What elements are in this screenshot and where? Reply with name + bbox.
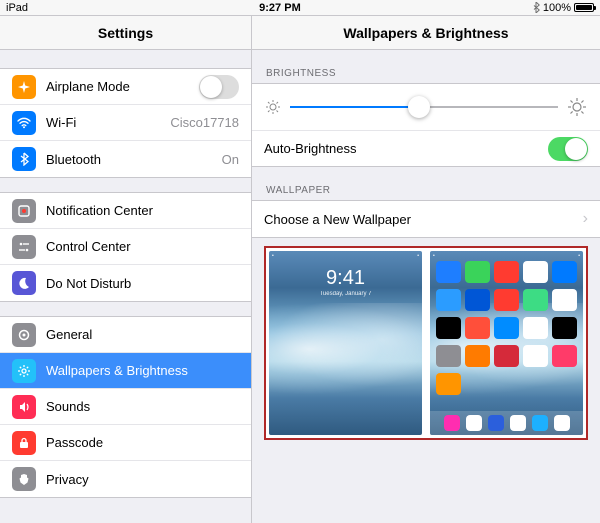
passcode-icon	[12, 431, 36, 455]
sidebar-item-passcode[interactable]: Passcode	[0, 425, 251, 461]
sidebar-item-label: Wi-Fi	[46, 115, 170, 130]
brightness-block: Auto-Brightness	[252, 83, 600, 167]
dock-app-icon	[510, 415, 526, 431]
do-not-disturb-icon	[12, 271, 36, 295]
sidebar-item-label: Do Not Disturb	[46, 276, 239, 291]
sidebar-item-wallpapers-brightness[interactable]: Wallpapers & Brightness	[0, 353, 251, 389]
sidebar-item-do-not-disturb[interactable]: Do Not Disturb	[0, 265, 251, 301]
battery-icon	[574, 3, 594, 12]
wallpapers-brightness-icon	[12, 359, 36, 383]
wifi-value: Cisco17718	[170, 115, 239, 130]
app-icon	[436, 317, 461, 339]
app-icon	[552, 289, 577, 311]
notification-center-icon	[12, 199, 36, 223]
sidebar-item-label: Sounds	[46, 399, 239, 414]
app-icon	[523, 261, 548, 283]
dock-app-icon	[554, 415, 570, 431]
control-center-icon	[12, 235, 36, 259]
device-label: iPad	[6, 2, 28, 14]
detail-header: Wallpapers & Brightness	[252, 16, 600, 50]
sidebar-item-label: Control Center	[46, 239, 239, 254]
auto-brightness-label: Auto-Brightness	[264, 141, 548, 156]
sidebar-item-label: Notification Center	[46, 203, 239, 218]
sidebar-item-airplane-mode[interactable]: Airplane Mode	[0, 69, 251, 105]
slider-thumb[interactable]	[408, 96, 430, 118]
app-icon	[436, 373, 461, 395]
app-icon	[465, 345, 490, 367]
app-icon	[465, 289, 490, 311]
app-icon	[465, 261, 490, 283]
auto-brightness-row[interactable]: Auto-Brightness	[252, 130, 600, 166]
app-icon	[436, 261, 461, 283]
app-icon	[494, 317, 519, 339]
app-icon	[494, 261, 519, 283]
dock-app-icon	[488, 415, 504, 431]
sidebar-item-general[interactable]: General	[0, 317, 251, 353]
dock-app-icon	[444, 415, 460, 431]
sidebar-item-bluetooth[interactable]: BluetoothOn	[0, 141, 251, 177]
sidebar-item-notification-center[interactable]: Notification Center	[0, 193, 251, 229]
auto-brightness-switch[interactable]	[548, 137, 588, 161]
brightness-slider-row[interactable]	[252, 84, 600, 130]
sidebar-title: Settings	[98, 25, 153, 41]
sounds-icon	[12, 395, 36, 419]
sidebar-item-label: Airplane Mode	[46, 79, 199, 94]
airplane-mode-icon	[12, 75, 36, 99]
bluetooth-value: On	[222, 152, 239, 167]
choose-wallpaper-row[interactable]: Choose a New Wallpaper ›	[252, 201, 600, 237]
chevron-right-icon: ›	[583, 210, 588, 228]
battery-percent: 100%	[543, 2, 571, 14]
sidebar-item-label: Privacy	[46, 472, 239, 487]
app-icon	[552, 261, 577, 283]
detail-pane: Wallpapers & Brightness BRIGHTNESS	[252, 16, 600, 523]
sidebar-item-label: Passcode	[46, 435, 239, 450]
app-icon	[552, 345, 577, 367]
sidebar-item-label: General	[46, 327, 239, 342]
app-icon	[494, 345, 519, 367]
wifi-icon	[12, 111, 36, 135]
wallpaper-section-header: WALLPAPER	[252, 167, 600, 200]
status-bar: iPad 9:27 PM 100%	[0, 0, 600, 16]
sunlow-icon	[266, 100, 280, 114]
app-icon	[523, 289, 548, 311]
sidebar-item-privacy[interactable]: Privacy	[0, 461, 251, 497]
sidebar-item-sounds[interactable]: Sounds	[0, 389, 251, 425]
sunhigh-icon	[568, 98, 586, 116]
app-icon	[523, 345, 548, 367]
brightness-section-header: BRIGHTNESS	[252, 50, 600, 83]
sidebar-item-label: Bluetooth	[46, 152, 222, 167]
status-time: 9:27 PM	[259, 2, 301, 14]
app-icon	[523, 317, 548, 339]
sidebar-list: Airplane ModeWi-FiCisco17718BluetoothOnN…	[0, 50, 251, 523]
lockscreen-preview[interactable]: •• 9:41 Tuesday, January 7	[269, 251, 422, 435]
app-icon	[552, 317, 577, 339]
privacy-icon	[12, 467, 36, 491]
airplane-mode-switch[interactable]	[199, 75, 239, 99]
dock-app-icon	[532, 415, 548, 431]
app-icon	[436, 345, 461, 367]
sidebar-item-wifi[interactable]: Wi-FiCisco17718	[0, 105, 251, 141]
choose-wallpaper-label: Choose a New Wallpaper	[264, 212, 583, 227]
bluetooth-icon	[532, 2, 540, 13]
status-right: 100%	[532, 2, 594, 14]
settings-sidebar: Settings Airplane ModeWi-FiCisco17718Blu…	[0, 16, 252, 523]
preview-lock-time: 9:41	[269, 267, 422, 290]
app-icon	[465, 317, 490, 339]
app-icon	[494, 289, 519, 311]
sidebar-item-control-center[interactable]: Control Center	[0, 229, 251, 265]
app-icon	[436, 289, 461, 311]
brightness-slider[interactable]	[290, 106, 558, 108]
wallpaper-previews[interactable]: •• 9:41 Tuesday, January 7 ••	[264, 246, 588, 440]
sidebar-header: Settings	[0, 16, 251, 50]
preview-lock-date: Tuesday, January 7	[269, 291, 422, 297]
general-icon	[12, 323, 36, 347]
dock-app-icon	[466, 415, 482, 431]
homescreen-preview[interactable]: ••	[430, 251, 583, 435]
sidebar-item-label: Wallpapers & Brightness	[46, 363, 239, 378]
detail-title: Wallpapers & Brightness	[343, 25, 508, 41]
bluetooth-icon	[12, 147, 36, 171]
